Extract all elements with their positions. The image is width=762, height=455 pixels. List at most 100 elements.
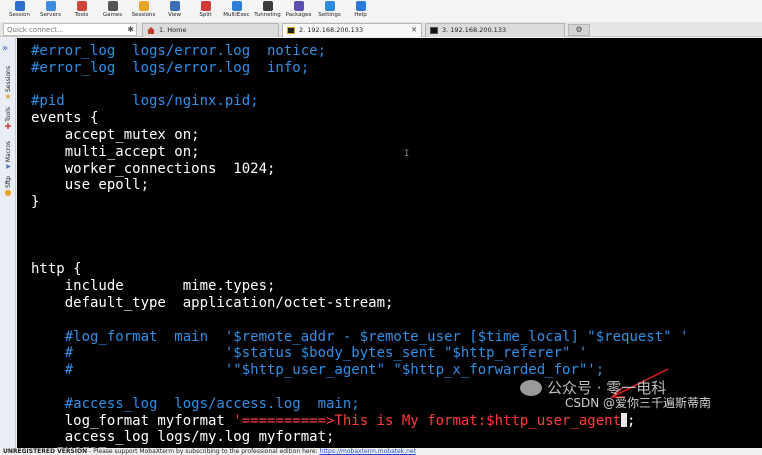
tools-icon: ✚	[4, 121, 12, 131]
terminal-line-text: }	[31, 194, 40, 211]
terminal-line: #error_log logs/error.log notice;	[31, 43, 688, 60]
terminal-line-text: #error_log logs/error.log info;	[31, 59, 310, 76]
tab-session-2-label: 2. 192.168.200.133	[299, 26, 364, 34]
toolbar-label: Help	[354, 12, 367, 18]
terminal-line: #log_format main '$remote_addr - $remote…	[31, 328, 689, 346]
terminal-line-text: events {	[31, 110, 99, 127]
terminal-line-tail: ;	[627, 412, 636, 429]
tab-session-3[interactable]: 3. 192.168.200.133	[425, 23, 565, 37]
terminal-panel[interactable]: #error_log logs/error.log notice; #error_…	[17, 38, 762, 448]
terminal-line-text: # '$status $body_bytes_sent "$http_refer…	[31, 345, 588, 362]
status-bar: UNREGISTERED VERSION - Please support Mo…	[0, 448, 762, 455]
text-cursor-icon: I	[404, 149, 410, 159]
servers-icon	[45, 1, 56, 11]
toolbar-label: Tunneling	[254, 12, 281, 18]
toolbar-servers-button[interactable]: Servers	[35, 0, 66, 22]
eye-icon	[169, 1, 180, 11]
main-toolbar: Session Servers Tools Games Sessions View Spli…	[0, 0, 762, 22]
toolbar-view-button[interactable]: View	[159, 0, 190, 22]
toolbar-label: Session	[9, 12, 30, 18]
toolbar-settings-button[interactable]: Settings	[314, 0, 345, 22]
monitor-icon	[14, 1, 25, 11]
toolbar-multiexec-button[interactable]: MultiExec	[221, 0, 252, 22]
wechat-icon	[520, 379, 542, 396]
package-icon	[293, 1, 304, 11]
split-icon	[200, 1, 211, 11]
terminal-line-text: default_type application/octet-stream;	[31, 294, 394, 311]
quick-connect-placeholder: Quick connect...	[7, 26, 64, 34]
terminal-line-text: use epoll;	[31, 177, 150, 194]
left-sidebar: » Sessions ★ Tools ✚ Macros ➤ Sftp ●	[0, 38, 16, 448]
terminal-string-literal: '==========>This is My format:$http_user…	[233, 412, 622, 429]
tab-session-2[interactable]: 2. 192.168.200.133 ✕	[282, 23, 422, 37]
terminal-line: use epoll;	[31, 177, 688, 194]
toolbar-help-button[interactable]: Help	[345, 0, 376, 22]
help-icon	[355, 1, 366, 11]
terminal-line-text: http {	[31, 261, 82, 278]
macro-icon: ➤	[4, 162, 12, 172]
terminal-line-text: include mime.types;	[31, 278, 276, 295]
toolbar-split-button[interactable]: Split	[190, 0, 221, 22]
terminal-line-text: #error_log logs/error.log notice;	[31, 43, 327, 59]
terminal-line-text: multi_accept on;	[31, 143, 200, 160]
toolbar-sessions-button[interactable]: Sessions	[128, 0, 159, 22]
toolbar-label: MultiExec	[223, 12, 250, 18]
terminal-line: events {	[31, 110, 688, 127]
tab-session-3-label: 3. 192.168.200.133	[442, 26, 507, 34]
toolbar-label: Packages	[285, 12, 312, 18]
terminal-line: default_type application/octet-stream;	[31, 295, 688, 312]
star-icon: ★	[4, 92, 12, 102]
terminal-line-text: #log_format main '$remote_addr - $remote…	[31, 328, 689, 345]
star-icon	[138, 1, 149, 11]
toolbar-label: View	[167, 12, 182, 18]
terminal-icon	[287, 27, 295, 34]
tab-home-label: 1. Home	[159, 26, 187, 34]
gamepad-icon	[107, 1, 118, 11]
tab-bar: Quick connect... ✱ 1. Home 2. 192.168.20…	[0, 22, 762, 37]
terminal-line: worker_connections 1024;	[31, 161, 688, 178]
toolbar-label: Games	[102, 12, 123, 18]
tools-icon	[76, 1, 87, 11]
settings-small-icon: ⚙	[575, 25, 583, 34]
terminal-line-text: log_format myformat	[31, 412, 234, 429]
terminal-line: accept_mutex on;	[31, 127, 688, 144]
toolbar-label: Split	[199, 12, 212, 18]
sidebar-item-macros[interactable]: Macros ➤	[0, 141, 16, 171]
status-link[interactable]: https://mobaxterm.mobatek.net	[320, 448, 417, 455]
quick-connect-input[interactable]: Quick connect... ✱	[3, 23, 137, 36]
terminal-line: access_log logs/my.log myformat;	[31, 429, 688, 446]
new-tab-button[interactable]: ⚙	[568, 24, 590, 36]
sftp-icon: ●	[4, 187, 12, 197]
toolbar-games-button[interactable]: Games	[97, 0, 128, 22]
terminal-line-text: #access_log logs/access.log main;	[31, 395, 360, 412]
tab-home[interactable]: 1. Home	[142, 23, 279, 37]
terminal-line: # '$status $body_bytes_sent "$http_refer…	[31, 345, 688, 362]
double-chevron-icon[interactable]: »	[2, 43, 8, 54]
terminal-line: }	[31, 194, 688, 211]
close-icon[interactable]: ✕	[411, 24, 417, 36]
terminal-line-text: accept_mutex on;	[31, 126, 200, 143]
sidebar-item-sessions[interactable]: Sessions ★	[0, 66, 16, 101]
terminal-line: log_format myformat '==========>This is …	[31, 412, 688, 430]
toolbar-label: Settings	[318, 12, 341, 18]
status-version: UNREGISTERED VERSION	[3, 448, 88, 455]
toolbar-label: Tools	[74, 12, 89, 18]
terminal-line: #pid logs/nginx.pid;	[31, 93, 688, 110]
sidebar-item-sftp[interactable]: Sftp ●	[0, 176, 16, 197]
sidebar-item-label: Macros	[4, 141, 12, 163]
terminal-line-text: #pid logs/nginx.pid;	[31, 93, 259, 110]
sidebar-item-tools[interactable]: Tools ✚	[0, 107, 16, 131]
watermark-csdn: CSDN @爱你三千遍斯蒂南	[565, 396, 712, 410]
terminal-line: #error_log logs/error.log info;	[31, 60, 688, 77]
toolbar-tunneling-button[interactable]: Tunneling	[252, 0, 283, 22]
toolbar-session-button[interactable]: Session	[4, 0, 35, 22]
toolbar-packages-button[interactable]: Packages	[283, 0, 314, 22]
toolbar-tools-button[interactable]: Tools	[66, 0, 97, 22]
status-message: - Please support MobaXterm by subscribin…	[87, 448, 320, 455]
terminal-line: http {	[31, 261, 688, 278]
